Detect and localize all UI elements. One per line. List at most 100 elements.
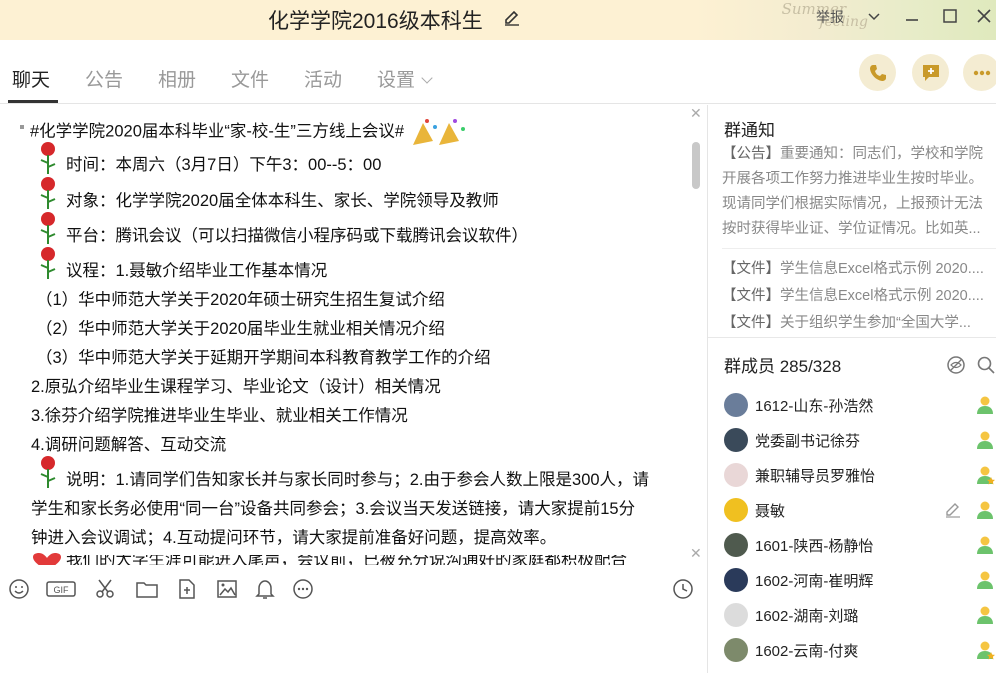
member-name: 1601-陕西-杨静怡	[755, 538, 874, 555]
close-icon[interactable]	[974, 6, 994, 26]
user-icon	[977, 396, 993, 414]
svg-text:GIF: GIF	[54, 585, 70, 595]
hide-members-icon[interactable]	[946, 355, 966, 375]
avatar[interactable]	[724, 533, 748, 557]
scroll-down-icon[interactable]: ✕	[690, 545, 702, 562]
phone-call-button[interactable]	[859, 54, 896, 91]
message-line: 学生和家长务必使用“同一台”设备共同参会；3.会议当天发送链接，请大家提前15分	[31, 500, 636, 518]
more-options-button[interactable]	[963, 54, 996, 91]
member-row[interactable]: 1602-湖南-刘璐	[722, 601, 994, 631]
member-row[interactable]: 1602-云南-付爽	[722, 636, 995, 666]
file-tag: 【文件】	[722, 288, 780, 304]
window-title: 化学学院2016级本科生	[268, 10, 483, 33]
member-name: 1602-湖南-刘璐	[755, 608, 859, 625]
avatar[interactable]	[724, 463, 748, 487]
bell-icon[interactable]	[253, 577, 277, 601]
member-name: 党委副书记徐芬	[755, 433, 861, 450]
message-line: 议程：1.聂敏介绍毕业工作基本情况	[66, 262, 328, 280]
message-heading-text: #化学学院2020届本科毕业“家-校-生”三方线上会议#	[30, 122, 405, 141]
avatar[interactable]	[724, 603, 748, 627]
message-plus-icon	[922, 64, 939, 81]
avatar[interactable]	[724, 393, 748, 417]
member-row[interactable]: 1601-陕西-杨静怡	[722, 531, 994, 561]
report-button[interactable]: 举报	[816, 7, 844, 27]
message-heading: #化学学院2020届本科毕业“家-校-生”三方线上会议#	[30, 117, 471, 147]
tab-settings[interactable]: 设置	[377, 65, 433, 92]
divider	[722, 248, 996, 249]
file-item[interactable]: 【文件】学生信息Excel格式示例 2020....	[722, 284, 994, 305]
gif-icon[interactable]: GIF	[46, 577, 76, 601]
message-line: 对象：化学学院2020届全体本科生、家长、学院领导及教师	[66, 192, 499, 210]
tab-activities[interactable]: 活动	[304, 65, 342, 92]
group-notice-title[interactable]: 群通知	[724, 116, 775, 141]
close-message-icon[interactable]: ✕	[690, 105, 702, 122]
message-line: 2.原弘介绍毕业生课程学习、毕业论文（设计）相关情况	[31, 378, 441, 396]
member-name: 1612-山东-孙浩然	[755, 398, 874, 415]
chevron-down-icon[interactable]	[864, 6, 884, 26]
scissors-icon[interactable]	[93, 577, 117, 601]
title-bar: Summer feeling 化学学院2016级本科生 举报	[0, 0, 996, 40]
maximize-icon[interactable]	[940, 6, 960, 26]
message-line: （3）华中师范大学关于延期开学期间本科教育教学工作的介绍	[36, 349, 491, 367]
member-name: 1602-河南-崔明辉	[755, 573, 874, 590]
history-clock-icon[interactable]	[671, 577, 695, 601]
file-name: 学生信息Excel格式示例 2020....	[780, 288, 984, 304]
user-star-icon	[977, 466, 995, 485]
member-name: 聂敏	[755, 503, 786, 520]
active-tab-indicator	[8, 100, 58, 103]
tab-chat[interactable]: 聊天	[12, 65, 50, 92]
file-item[interactable]: 【文件】关于组织学生参加“全国大学...	[722, 311, 994, 332]
divider	[708, 337, 996, 338]
member-row[interactable]: 1602-河南-崔明辉	[722, 566, 994, 596]
minimize-icon[interactable]	[902, 6, 922, 26]
group-notice-body[interactable]: 【公告】重要通知：同志们，学校和学院开展各项工作努力推进毕业生按时毕业。现请同学…	[722, 142, 994, 242]
tab-announcements[interactable]: 公告	[85, 65, 123, 92]
chat-scrollbar[interactable]	[692, 142, 700, 189]
rose-icon	[40, 142, 56, 174]
new-message-button[interactable]	[912, 54, 949, 91]
tab-album[interactable]: 相册	[158, 65, 196, 92]
message-line: 时间：本周六（3月7日）下午3：00--5：00	[66, 156, 382, 174]
image-icon[interactable]	[215, 577, 239, 601]
more-circle-icon[interactable]	[291, 577, 315, 601]
notice-tag: 【公告】	[722, 146, 780, 162]
file-item[interactable]: 【文件】学生信息Excel格式示例 2020....	[722, 257, 994, 278]
member-row[interactable]: 党委副书记徐芬	[722, 426, 994, 456]
search-icon[interactable]	[976, 355, 996, 375]
file-tag: 【文件】	[722, 315, 780, 331]
user-icon	[977, 536, 993, 554]
message-line: 平台：腾讯会议（可以扫描微信小程序码或下载腾讯会议软件）	[66, 227, 528, 245]
message-line: 4.调研问题解答、互动交流	[31, 436, 227, 454]
member-row[interactable]: 兼职辅导员罗雅怡	[722, 461, 995, 491]
file-name: 学生信息Excel格式示例 2020....	[780, 261, 984, 277]
edit-title-icon[interactable]	[503, 9, 521, 27]
folder-icon[interactable]	[135, 577, 159, 601]
member-row[interactable]: 1612-山东-孙浩然	[722, 391, 994, 421]
more-icon	[973, 70, 990, 75]
avatar[interactable]	[724, 568, 748, 592]
rose-icon	[40, 212, 56, 244]
message-line: （1）华中师范大学关于2020年硕士研究生招生复试介绍	[36, 291, 445, 309]
group-members-title[interactable]: 群成员 285/328	[724, 352, 841, 377]
user-icon	[977, 431, 993, 449]
user-star-icon	[977, 641, 995, 660]
avatar[interactable]	[724, 498, 748, 522]
file-transfer-icon[interactable]	[175, 577, 199, 601]
avatar[interactable]	[724, 428, 748, 452]
file-tag: 【文件】	[722, 261, 780, 277]
tab-files[interactable]: 文件	[231, 65, 269, 92]
file-name: 关于组织学生参加“全国大学...	[780, 315, 971, 331]
input-toolbar: GIF	[0, 567, 707, 607]
edit-icon[interactable]	[944, 501, 962, 519]
user-icon	[977, 501, 993, 519]
phone-icon	[869, 64, 886, 81]
member-row[interactable]: 聂敏	[722, 496, 994, 526]
message-line: 钟进入会议调试；4.互动提问环节，请大家提前准备好问题，提高效率。	[31, 529, 557, 547]
message-line: （2）华中师范大学关于2020届毕业生就业相关情况介绍	[36, 320, 445, 338]
message-line-partial: 我们的大学生涯可能进入尾声，会议前，已被充分说沟通好的家庭都积极配合	[66, 555, 627, 565]
message-bullet	[20, 125, 24, 129]
rose-icon	[40, 177, 56, 209]
emoji-icon[interactable]	[7, 577, 31, 601]
chat-message-area[interactable]: ✕ #化学学院2020届本科毕业“家-校-生”三方线上会议# 时间：本周六（3月…	[0, 105, 707, 565]
avatar[interactable]	[724, 638, 748, 662]
